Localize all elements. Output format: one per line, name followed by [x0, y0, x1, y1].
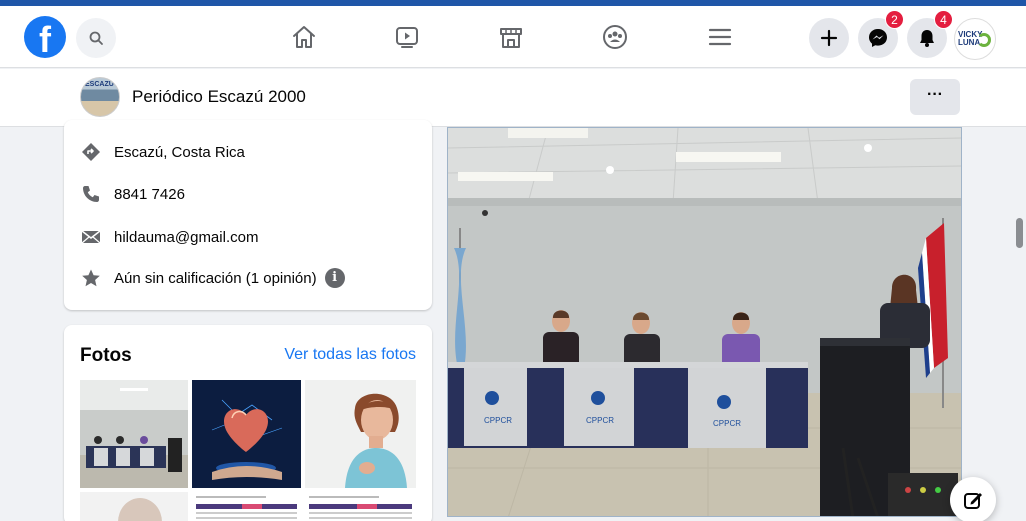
- more-options-button[interactable]: ···: [910, 79, 960, 115]
- phone-row[interactable]: 8841 7426: [80, 183, 185, 205]
- conference-thumbnail-image: [80, 380, 188, 488]
- heart-hologram-image: [192, 380, 301, 488]
- store-icon: [500, 28, 522, 48]
- phone-icon: [80, 183, 102, 205]
- facebook-logo-icon[interactable]: f: [24, 16, 66, 58]
- photo-thumbnail-woman[interactable]: [305, 380, 416, 488]
- marketplace-tab[interactable]: [496, 22, 526, 52]
- new-message-button[interactable]: [950, 477, 996, 521]
- photo-thumbnail-partial-1[interactable]: [80, 492, 188, 521]
- table-document-image-2: [309, 496, 412, 519]
- hamburger-menu-icon: [708, 28, 732, 46]
- table-document-image: [196, 496, 297, 519]
- photos-card: Fotos Ver todas las fotos: [64, 325, 432, 521]
- search-icon: [89, 31, 103, 45]
- notifications-badge: 4: [934, 10, 953, 29]
- video-icon: [396, 27, 418, 48]
- banner-text-3: CPPCR: [713, 419, 741, 428]
- search-button[interactable]: [76, 18, 116, 58]
- phone-text: 8841 7426: [114, 185, 185, 203]
- woman-portrait-image: [305, 380, 416, 488]
- conference-panel-photo: CPPCR CPPCR CPPCR: [448, 128, 961, 516]
- home-tab[interactable]: [289, 22, 319, 52]
- info-icon[interactable]: i: [324, 268, 345, 288]
- top-navbar: f 2 4 VICKY LUNA: [0, 6, 1026, 68]
- envelope-icon: [80, 226, 102, 248]
- partial-thumbnail-image: [118, 498, 162, 521]
- photo-thumbnail-conference[interactable]: [80, 380, 188, 488]
- rating-text: Aún sin calificación (1 opinión): [114, 269, 317, 287]
- groups-icon: [603, 25, 627, 49]
- create-button[interactable]: [809, 18, 849, 58]
- page-scrollbar[interactable]: [1016, 218, 1023, 248]
- photo-thumbnail-document-1[interactable]: [192, 492, 301, 521]
- email-row[interactable]: hildauma@gmail.com: [80, 226, 258, 248]
- location-text: Escazú, Costa Rica: [114, 143, 245, 161]
- profile-avatar[interactable]: VICKY LUNA: [954, 18, 996, 60]
- page-avatar[interactable]: ESCAZÚ: [80, 77, 120, 117]
- bell-icon: [920, 30, 934, 47]
- messenger-icon: [869, 29, 887, 47]
- plus-icon: [820, 29, 838, 47]
- location-row[interactable]: Escazú, Costa Rica: [80, 141, 245, 163]
- page-name[interactable]: Periódico Escazú 2000: [132, 87, 306, 107]
- see-all-photos-link[interactable]: Ver todas las fotos: [284, 346, 416, 364]
- location-icon: [80, 141, 102, 163]
- banner-text-2: CPPCR: [586, 416, 614, 425]
- page-header-bar: ESCAZÚ Periódico Escazú 2000 ···: [0, 69, 1026, 127]
- photos-title: Fotos: [80, 345, 132, 366]
- photo-thumbnail-heart[interactable]: [192, 380, 301, 488]
- messenger-badge: 2: [885, 10, 904, 29]
- groups-tab[interactable]: [600, 22, 630, 52]
- photo-thumbnail-document-2[interactable]: [305, 492, 416, 521]
- page-avatar-text: ESCAZÚ: [85, 81, 114, 88]
- watch-tab[interactable]: [392, 22, 422, 52]
- star-icon: [80, 267, 102, 289]
- compose-icon: [964, 493, 982, 509]
- banner-text-1: CPPCR: [484, 416, 512, 425]
- home-icon: [293, 26, 315, 48]
- menu-tab[interactable]: [705, 22, 735, 52]
- rating-row[interactable]: Aún sin calificación (1 opinión) i: [80, 267, 345, 289]
- notifications-button[interactable]: 4: [907, 10, 953, 58]
- email-text: hildauma@gmail.com: [114, 228, 259, 246]
- messenger-button[interactable]: 2: [858, 10, 904, 58]
- main-post-photo[interactable]: CPPCR CPPCR CPPCR: [447, 127, 962, 517]
- page-info-card: Escazú, Costa Rica 8841 7426 hildauma@gm…: [64, 120, 432, 310]
- profile-logo-swoosh: [977, 33, 991, 47]
